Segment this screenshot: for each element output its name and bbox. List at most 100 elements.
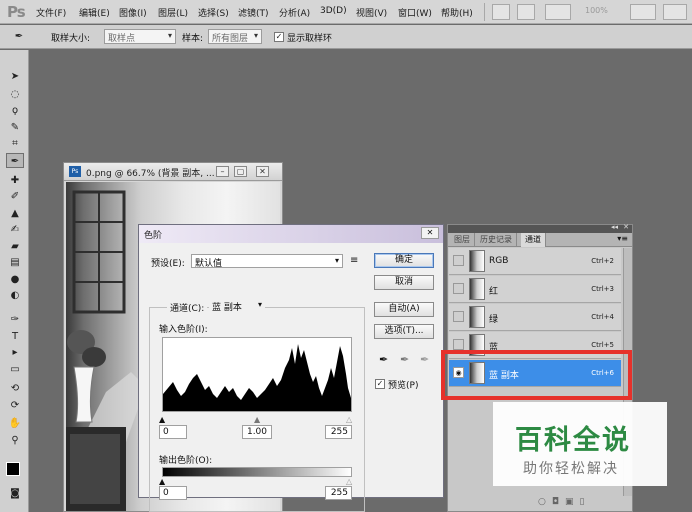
healing-tool-icon[interactable]: ✚ — [6, 173, 24, 188]
collapse-icon[interactable]: ◂◂ — [611, 223, 618, 231]
visibility-toggle[interactable] — [453, 255, 464, 266]
chevron-down-icon: ▾ — [167, 31, 172, 40]
move-tool-icon[interactable]: ➤ — [6, 69, 24, 84]
preset-label: 预设(E): — [151, 259, 185, 269]
menu-file[interactable]: 文件(F) — [36, 6, 66, 19]
black-eyedropper-icon[interactable]: ✒ — [379, 353, 388, 366]
sample-select[interactable]: 所有图层 ▾ — [208, 29, 262, 44]
mini-bridge-icon[interactable] — [517, 4, 535, 20]
toolbox: ➤ ◌ ϙ ✎ ⌗ ✒ ✚ ✐ ▲ ✍ ▰ ▤ ● ◐ ✑ T ▸ ▭ ⟲ ⟳ … — [0, 50, 29, 512]
marquee-tool-icon[interactable]: ◌ — [6, 87, 24, 102]
channel-label: 通道(C): — [167, 301, 208, 314]
input-white-field[interactable]: 255 — [325, 425, 352, 439]
stamp-tool-icon[interactable]: ▲ — [6, 206, 24, 221]
3d-rotate-tool-icon[interactable]: ⟲ — [6, 381, 24, 396]
auto-button[interactable]: 自动(A) — [374, 302, 434, 317]
quick-select-tool-icon[interactable]: ✎ — [6, 120, 24, 135]
document-title-bar[interactable]: Ps 0.png @ 66.7% (背景 副本, ... – ▢ ✕ — [64, 163, 282, 181]
3d-orbit-tool-icon[interactable]: ⟳ — [6, 398, 24, 413]
show-ring-checkbox[interactable]: ✓ — [274, 32, 284, 42]
view-extras-icon[interactable] — [545, 4, 571, 20]
lasso-tool-icon[interactable]: ϙ — [6, 103, 24, 118]
preview-checkbox[interactable]: ✓ — [375, 379, 385, 389]
foreground-color-swatch[interactable] — [6, 462, 20, 476]
preset-select[interactable]: 默认值 ▾ — [191, 254, 343, 269]
arrange-documents-icon[interactable] — [630, 4, 656, 20]
white-eyedropper-icon[interactable]: ✒ — [420, 353, 429, 366]
tab-history[interactable]: 历史记录 — [476, 233, 517, 247]
pen-tool-icon[interactable]: ✑ — [6, 312, 24, 327]
menu-image[interactable]: 图像(I) — [119, 6, 147, 19]
blur-tool-icon[interactable]: ● — [6, 272, 24, 287]
gradient-tool-icon[interactable]: ▤ — [6, 255, 24, 270]
menu-help[interactable]: 帮助(H) — [441, 6, 473, 19]
zoom-tool-icon[interactable]: ⚲ — [6, 433, 24, 448]
maximize-icon[interactable]: ▢ — [234, 166, 247, 177]
input-gamma-field[interactable]: 1.00 — [242, 425, 272, 439]
panel-menu-icon[interactable]: ▾≡ — [617, 234, 628, 243]
tab-layers[interactable]: 图层 — [450, 233, 475, 247]
output-black-slider-icon[interactable]: ▲ — [159, 477, 165, 486]
menu-edit[interactable]: 编辑(E) — [79, 6, 110, 19]
menu-window[interactable]: 窗口(W) — [398, 6, 432, 19]
channel-name: 红 — [489, 287, 499, 297]
white-point-slider-icon[interactable]: △ — [346, 415, 352, 424]
eyedropper-tool-icon[interactable]: ✒ — [6, 153, 24, 168]
levels-title-bar[interactable]: 色阶 ✕ — [139, 225, 443, 243]
output-white-field[interactable]: 255 — [325, 486, 352, 500]
watermark-subtitle: 助你轻松解决 — [523, 461, 619, 477]
tab-channels[interactable]: 通道 — [521, 233, 546, 247]
ok-button[interactable]: 确定 — [374, 253, 434, 268]
crop-tool-icon[interactable]: ⌗ — [6, 136, 24, 151]
visibility-toggle[interactable] — [453, 339, 464, 350]
midpoint-slider-icon[interactable]: ▲ — [254, 415, 260, 424]
channel-thumbnail — [469, 250, 485, 272]
path-select-tool-icon[interactable]: ▸ — [6, 345, 24, 360]
black-point-slider-icon[interactable]: ▲ — [159, 415, 165, 424]
sample-size-select[interactable]: 取样点 ▾ — [104, 29, 176, 44]
menu-select[interactable]: 选择(S) — [198, 6, 229, 19]
dodge-tool-icon[interactable]: ◐ — [6, 288, 24, 303]
panel-footer-icons[interactable]: ○◘▣▯ — [538, 497, 590, 507]
output-black-field[interactable]: 0 — [159, 486, 187, 500]
show-ring-label: 显示取样环 — [287, 34, 333, 44]
channel-row-green[interactable]: 绿 Ctrl+4 — [449, 304, 621, 331]
zoom-level[interactable]: 100% — [585, 6, 608, 15]
menu-analysis[interactable]: 分析(A) — [279, 6, 310, 19]
input-black-field[interactable]: 0 — [159, 425, 187, 439]
menu-filter[interactable]: 滤镜(T) — [238, 6, 269, 19]
watermark: 百科全说 助你轻松解决 — [493, 402, 667, 486]
channel-shortcut: Ctrl+4 — [591, 313, 614, 321]
channel-row-rgb[interactable]: RGB Ctrl+2 — [449, 248, 621, 275]
visibility-toggle[interactable] — [453, 283, 464, 294]
options-button[interactable]: 选项(T)... — [374, 324, 434, 339]
eraser-tool-icon[interactable]: ▰ — [6, 239, 24, 254]
menu-3d[interactable]: 3D(D) — [320, 6, 347, 16]
visibility-toggle[interactable] — [453, 311, 464, 322]
hand-tool-icon[interactable]: ✋ — [6, 416, 24, 431]
eyedropper-tool-preset-icon[interactable]: ✒ — [10, 29, 28, 44]
channel-row-red[interactable]: 红 Ctrl+3 — [449, 276, 621, 303]
minimize-icon[interactable]: – — [216, 166, 229, 177]
preset-options-icon[interactable]: ≡ — [350, 255, 358, 266]
preview-label: 预览(P) — [388, 381, 419, 391]
history-brush-tool-icon[interactable]: ✍ — [6, 222, 24, 237]
sample-label: 样本: — [182, 34, 204, 44]
output-white-slider-icon[interactable]: △ — [346, 477, 352, 486]
channel-shortcut: Ctrl+5 — [591, 341, 614, 349]
quick-mask-icon[interactable]: ◙ — [6, 486, 24, 501]
menu-view[interactable]: 视图(V) — [356, 6, 387, 19]
bridge-icon[interactable] — [492, 4, 510, 20]
channel-value: 蓝 副本 — [212, 303, 242, 313]
close-icon[interactable]: ✕ — [623, 223, 629, 231]
gray-eyedropper-icon[interactable]: ✒ — [400, 353, 409, 366]
cancel-button[interactable]: 取消 — [374, 275, 434, 290]
shape-tool-icon[interactable]: ▭ — [6, 362, 24, 377]
menu-layer[interactable]: 图层(L) — [158, 6, 188, 19]
channel-select[interactable]: 蓝 副本 ▾ — [209, 299, 265, 313]
close-icon[interactable]: ✕ — [421, 227, 439, 239]
type-tool-icon[interactable]: T — [6, 329, 24, 344]
close-icon[interactable]: ✕ — [256, 166, 269, 177]
screen-mode-icon[interactable] — [663, 4, 687, 20]
brush-tool-icon[interactable]: ✐ — [6, 189, 24, 204]
